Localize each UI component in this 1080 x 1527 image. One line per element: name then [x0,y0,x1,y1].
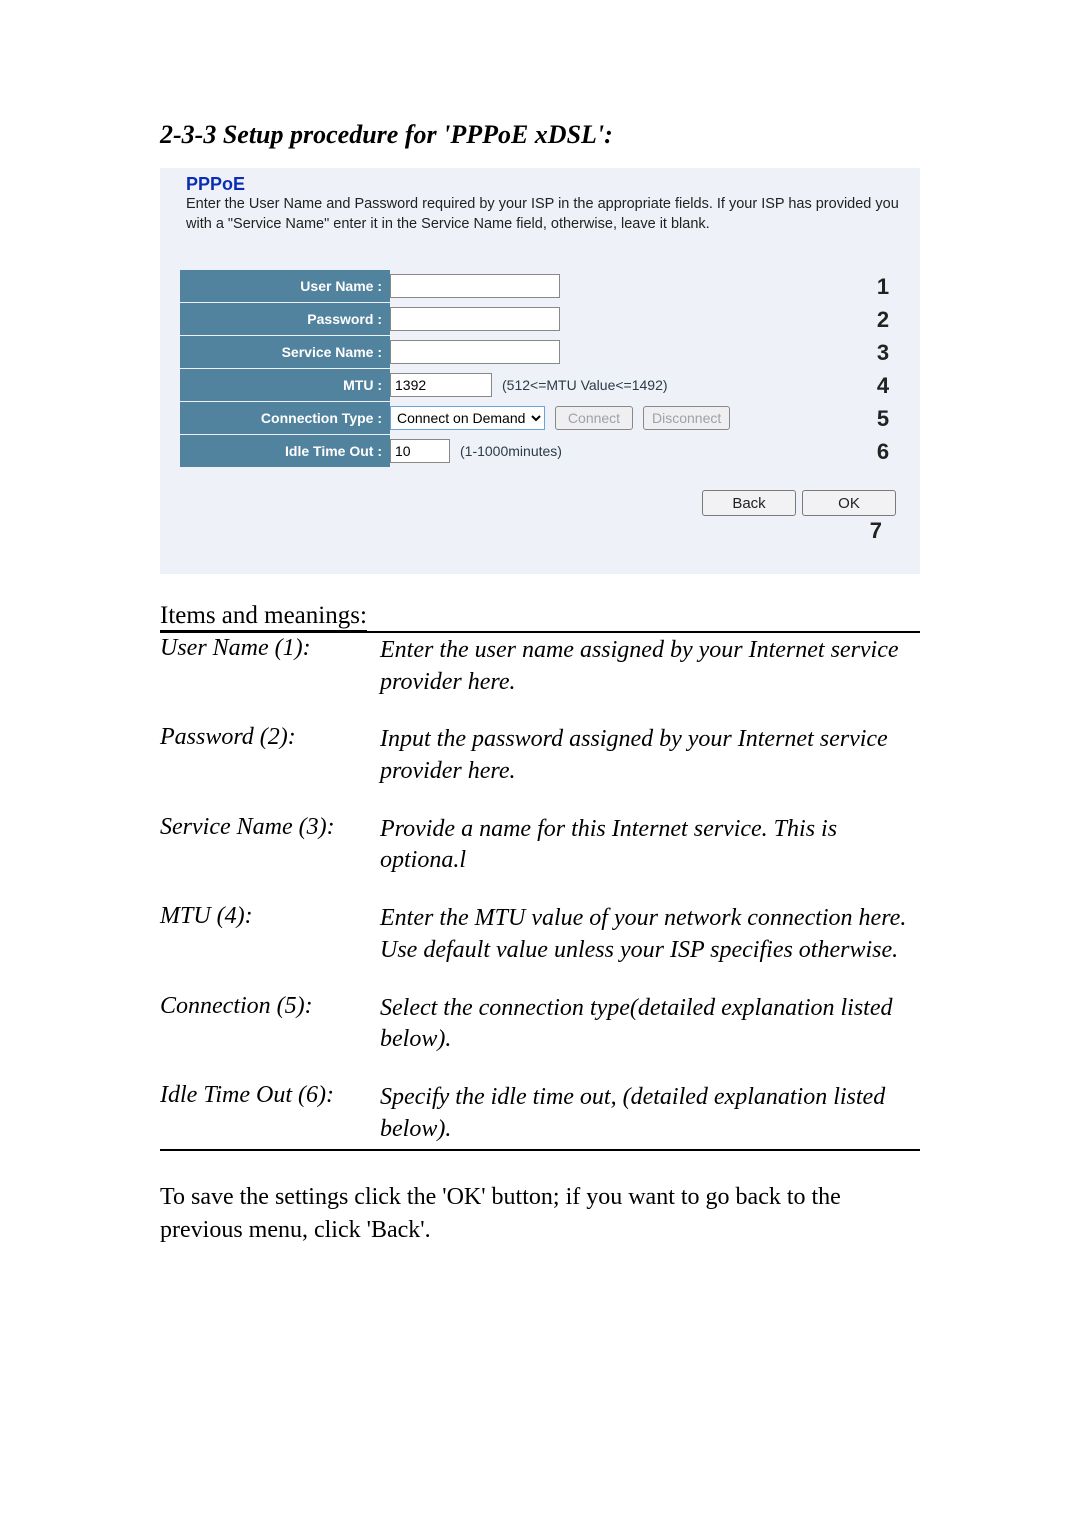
pppoe-screenshot-panel: PPPoE Enter the User Name and Password r… [160,168,920,574]
service-name-label: Service Name : [180,336,390,368]
item-row: User Name (1): Enter the user name assig… [160,633,920,720]
ok-button[interactable]: OK [802,490,896,516]
item-desc: Enter the user name assigned by your Int… [380,635,920,698]
callout-6: 6 [866,435,900,468]
connection-type-label: Connection Type : [180,402,390,434]
item-row: MTU (4): Enter the MTU value of your net… [160,899,920,988]
mtu-input[interactable] [390,373,492,397]
mtu-label: MTU : [180,369,390,401]
idle-timeout-hint: (1-1000minutes) [460,443,562,459]
disconnect-button[interactable]: Disconnect [643,406,730,430]
password-label: Password : [180,303,390,335]
connect-button[interactable]: Connect [555,406,633,430]
item-row: Connection (5): Select the connection ty… [160,989,920,1078]
item-row: Service Name (3): Provide a name for thi… [160,810,920,899]
item-term: User Name (1): [160,635,380,698]
item-desc: Enter the MTU value of your network conn… [380,903,920,966]
panel-description: Enter the User Name and Password require… [180,195,900,234]
user-name-input[interactable] [390,274,560,298]
password-input[interactable] [390,307,560,331]
user-name-label: User Name : [180,270,390,302]
item-row: Password (2): Input the password assigne… [160,720,920,809]
idle-timeout-input[interactable] [390,439,450,463]
callout-1: 1 [866,270,900,303]
callout-4: 4 [866,369,900,402]
callout-2: 2 [866,303,900,336]
mtu-hint: (512<=MTU Value<=1492) [502,377,668,393]
item-term: MTU (4): [160,903,380,966]
idle-timeout-label: Idle Time Out : [180,435,390,467]
item-desc: Provide a name for this Internet service… [380,814,920,877]
callout-5: 5 [866,402,900,435]
back-button[interactable]: Back [702,490,796,516]
item-term: Idle Time Out (6): [160,1082,380,1145]
panel-title: PPPoE [180,172,900,195]
section-heading: 2-3-3 Setup procedure for 'PPPoE xDSL': [160,120,920,150]
service-name-input[interactable] [390,340,560,364]
item-term: Connection (5): [160,993,380,1056]
connection-type-select[interactable]: Connect on Demand [390,406,545,430]
items-table: User Name (1): Enter the user name assig… [160,631,920,1151]
item-row: Idle Time Out (6): Specify the idle time… [160,1078,920,1149]
items-heading: Items and meanings: [160,602,367,631]
callout-7: 7 [180,518,900,544]
item-term: Service Name (3): [160,814,380,877]
item-desc: Specify the idle time out, (detailed exp… [380,1082,920,1145]
item-desc: Input the password assigned by your Inte… [380,724,920,787]
callout-3: 3 [866,336,900,369]
footer-note: To save the settings click the 'OK' butt… [160,1181,920,1246]
item-term: Password (2): [160,724,380,787]
item-desc: Select the connection type(detailed expl… [380,993,920,1056]
callout-numbers: 1 2 3 4 5 6 [866,270,900,468]
